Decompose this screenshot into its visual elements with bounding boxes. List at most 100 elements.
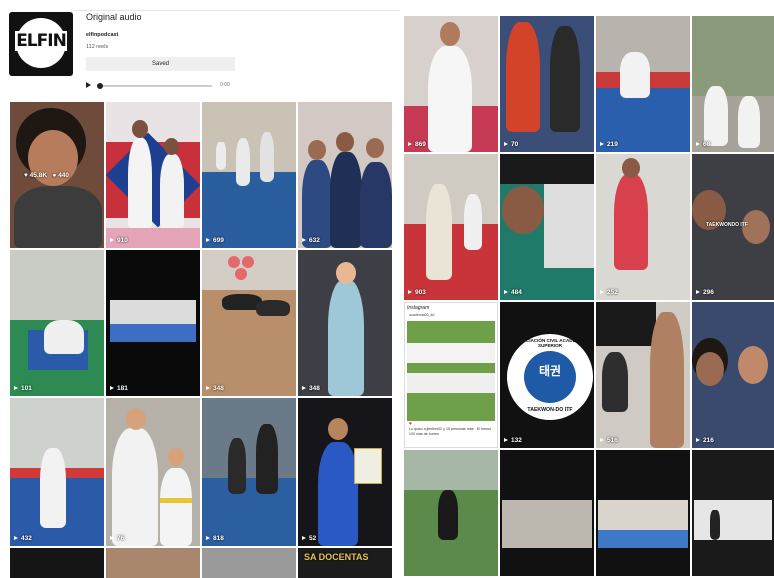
reel-thumbnail[interactable]: 219	[596, 16, 690, 152]
reel-thumbnail[interactable]: Instagram academia00_itd ♥ Lo quiso a ji…	[404, 302, 498, 448]
audio-progress-handle[interactable]	[97, 82, 103, 89]
thumb-person	[614, 174, 648, 270]
thumb-head	[622, 158, 640, 178]
reel-thumbnail[interactable]: 869	[404, 16, 498, 152]
thumb-person	[236, 138, 250, 186]
reel-thumbnail[interactable]: 348	[298, 250, 392, 396]
view-count: 348	[206, 385, 224, 392]
play-count-icon	[302, 386, 306, 390]
thumb-photo-row	[407, 373, 495, 393]
play-count-icon	[302, 238, 306, 242]
thumb-head	[132, 120, 148, 138]
badge-bottom-text: TAEKWON-DO ITF	[527, 407, 573, 413]
reel-thumbnail[interactable]	[596, 450, 690, 576]
reel-thumbnail[interactable]: ♥ 45.8K ● 440	[10, 102, 104, 248]
thumb-person	[506, 22, 540, 132]
thumb-person	[256, 424, 278, 494]
reel-thumbnail[interactable]: 252	[596, 154, 690, 300]
play-count-icon	[302, 536, 306, 540]
view-count: 484	[504, 289, 522, 296]
reel-thumbnail[interactable]: 70	[500, 16, 594, 152]
audio-cover-image[interactable]: ELFIN	[9, 12, 73, 76]
thumb-certificate	[354, 448, 382, 484]
audio-header: ELFIN Original audio elfinpodcast 112 re…	[0, 0, 400, 100]
thumb-person	[426, 184, 452, 280]
view-count: 432	[14, 535, 32, 542]
audio-author-link[interactable]: elfinpodcast	[86, 32, 118, 38]
reel-thumbnail[interactable]: 68	[692, 16, 774, 152]
view-count: 903	[408, 289, 426, 296]
reels-grid-right: 869 70 219 68 903 484 252 TAEKWONDO ITF …	[404, 16, 774, 576]
reel-thumbnail[interactable]	[692, 450, 774, 576]
thumb-face	[738, 346, 768, 384]
thumb-head	[440, 22, 460, 46]
thumb-top-bar	[500, 154, 594, 184]
thumb-person	[704, 86, 728, 146]
play-count-icon	[14, 536, 18, 540]
view-count: 76	[110, 535, 124, 542]
reel-thumbnail[interactable]	[202, 548, 296, 578]
thumb-person	[738, 96, 760, 148]
audio-title: Original audio	[86, 12, 142, 22]
reel-thumbnail[interactable]: 348	[202, 250, 296, 396]
play-count-icon	[600, 290, 604, 294]
reel-thumbnail[interactable]: 632	[298, 102, 392, 248]
reel-thumbnail[interactable]: SA DOCENTAS	[298, 548, 392, 578]
badge-top-text: ASOCIACIÓN CIVIL ACADEMIA SUPERIOR	[515, 338, 585, 348]
reel-thumbnail[interactable]: 818	[202, 398, 296, 546]
thumb-person	[128, 138, 152, 230]
play-count-icon	[504, 142, 508, 146]
reel-thumbnail[interactable]: 484	[500, 154, 594, 300]
reel-thumbnail[interactable]: 903	[404, 154, 498, 300]
thumb-person	[160, 468, 192, 546]
play-count-icon	[504, 290, 508, 294]
thumb-head	[168, 448, 184, 466]
thumb-photo	[407, 321, 495, 421]
play-count-icon	[600, 142, 604, 146]
view-count: 52	[302, 535, 316, 542]
play-count-icon	[206, 386, 210, 390]
thumb-person	[620, 52, 650, 98]
play-icon[interactable]	[86, 82, 91, 88]
reel-thumbnail[interactable]: 910	[106, 102, 200, 248]
thumb-person	[40, 448, 66, 528]
thumb-person	[328, 280, 364, 396]
reel-thumbnail[interactable]: 216	[692, 302, 774, 448]
reel-thumbnail[interactable]: 101	[10, 250, 104, 396]
view-count: 699	[206, 237, 224, 244]
view-count: 68	[696, 141, 710, 148]
reel-thumbnail[interactable]: ASOCIACIÓN CIVIL ACADEMIA SUPERIOR 태권 TA…	[500, 302, 594, 448]
reels-count: 112 reels	[86, 44, 109, 50]
reel-thumbnail[interactable]	[10, 548, 104, 578]
reel-thumbnail[interactable]: 699	[202, 102, 296, 248]
thumb-person	[160, 154, 184, 230]
view-count: 910	[110, 237, 128, 244]
thumb-person	[596, 302, 656, 346]
reel-thumbnail[interactable]	[404, 450, 498, 576]
reel-thumbnail[interactable]: 516	[596, 302, 690, 448]
academy-badge: ASOCIACIÓN CIVIL ACADEMIA SUPERIOR 태권 TA…	[505, 332, 594, 422]
play-count-icon	[696, 438, 700, 442]
reel-thumbnail[interactable]	[500, 450, 594, 576]
thumb-person	[260, 132, 274, 182]
play-count-icon	[14, 386, 18, 390]
audio-time: 0:00	[220, 82, 230, 88]
thumb-sky	[404, 450, 498, 490]
reel-thumbnail[interactable]: TAEKWONDO ITF 296	[692, 154, 774, 300]
saved-button[interactable]: Saved	[86, 57, 235, 71]
thumb-head	[328, 418, 348, 440]
audio-progress-track[interactable]	[97, 85, 212, 87]
thumb-inset	[544, 184, 594, 268]
reel-thumbnail[interactable]	[106, 548, 200, 578]
view-count: 219	[600, 141, 618, 148]
reel-thumbnail[interactable]: 181	[106, 250, 200, 396]
thumb-person	[44, 320, 84, 354]
thumb-inset-mat	[110, 324, 196, 342]
audio-page-panel: ELFIN Original audio elfinpodcast 112 re…	[0, 0, 400, 578]
view-count: 348	[302, 385, 320, 392]
reel-thumbnail[interactable]: 432	[10, 398, 104, 546]
likes-overlay: ♥ 45.8K ● 440	[24, 172, 70, 179]
reel-thumbnail[interactable]: 52	[298, 398, 392, 546]
view-count: 132	[504, 437, 522, 444]
reel-thumbnail[interactable]: 76	[106, 398, 200, 546]
